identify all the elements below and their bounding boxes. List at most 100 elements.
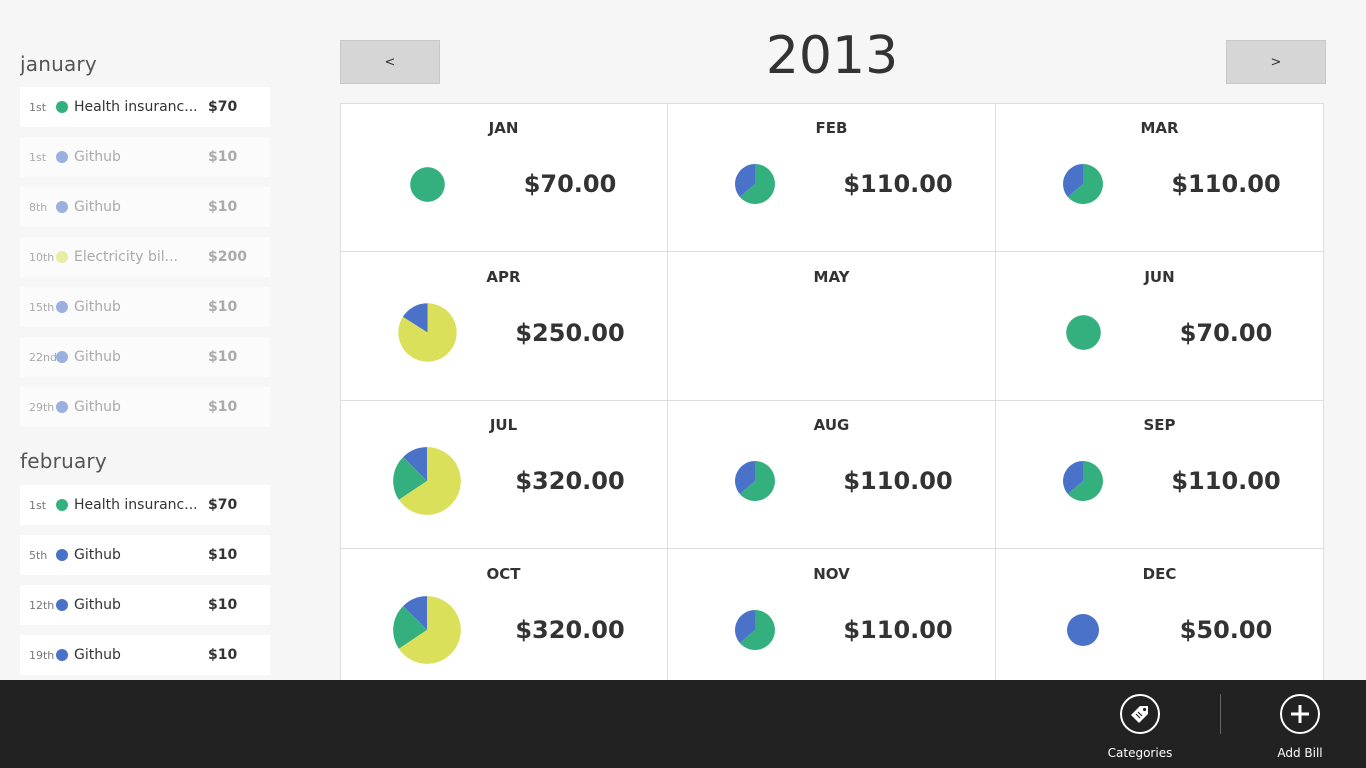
bill-row[interactable]: 22nd Github $10 (20, 337, 270, 377)
bill-row[interactable]: 8th Github $10 (20, 187, 270, 227)
bill-name: Github (74, 349, 121, 365)
bill-amount: $10 (208, 299, 238, 315)
bill-day: 29th (29, 400, 55, 414)
category-dot-icon (56, 101, 68, 113)
category-dot-icon (56, 301, 68, 313)
month-name: OCT (486, 564, 521, 583)
month-total: $110.00 (843, 170, 953, 198)
month-cell-apr[interactable]: APR $250.00 (341, 251, 668, 401)
month-cell-sep[interactable]: SEP $110.00 (996, 400, 1324, 549)
month-name: AUG (813, 416, 850, 434)
spending-pie-chart (393, 595, 461, 664)
bill-row[interactable]: 19th Github $10 (20, 635, 270, 675)
bill-row[interactable]: 10th Electricity bil... $200 (20, 237, 270, 277)
bill-amount: $70 (208, 99, 238, 115)
month-heading-january: january (20, 52, 97, 76)
bill-amount: $10 (208, 399, 238, 415)
spending-pie-chart (393, 447, 461, 515)
bill-row[interactable]: 12th Github $10 (20, 585, 270, 625)
spending-pie-chart (397, 303, 457, 362)
prev-year-button[interactable]: < (340, 40, 440, 84)
bill-name: Electricity bil... (74, 249, 179, 265)
month-heading-february: february (20, 449, 107, 473)
categories-label: Categories (1107, 746, 1173, 760)
spending-pie-chart (735, 609, 775, 650)
pie-slice-health (1065, 315, 1101, 350)
month-cell-oct[interactable]: OCT $320.00 (341, 548, 668, 680)
category-dot-icon (56, 251, 68, 263)
bill-name: Github (74, 399, 121, 415)
bill-row[interactable]: 1st Github $10 (20, 137, 270, 177)
bill-row[interactable]: 15th Github $10 (20, 287, 270, 327)
tag-icon (1120, 694, 1160, 734)
bill-name: Health insuranc... (74, 497, 198, 513)
month-grid: JAN $70.00 FEB $110.00 MAR $110.00 APR $250.00 M… (340, 103, 1324, 680)
month-cell-mar[interactable]: MAR $110.00 (996, 104, 1324, 252)
month-total: $110.00 (843, 467, 953, 495)
bill-amount: $200 (208, 249, 247, 265)
spending-pie-chart (735, 461, 775, 501)
month-name: NOV (813, 564, 850, 583)
category-dot-icon (56, 401, 68, 413)
bill-name: Github (74, 149, 121, 165)
category-dot-icon (56, 599, 68, 611)
month-total: $50.00 (1179, 615, 1273, 644)
next-year-button[interactable]: > (1226, 40, 1326, 84)
month-cell-feb[interactable]: FEB $110.00 (668, 104, 996, 252)
month-name: DEC (1142, 564, 1177, 583)
month-total: $70.00 (523, 170, 617, 198)
categories-button[interactable]: Categories (1090, 694, 1190, 760)
bill-name: Github (74, 597, 121, 613)
month-total: $110.00 (1171, 467, 1281, 495)
year-title: 2013 (765, 26, 899, 86)
bill-row[interactable]: 29th Github $10 (20, 387, 270, 427)
bill-day: 1st (29, 498, 47, 512)
bill-day: 15th (29, 300, 55, 314)
bill-amount: $10 (208, 149, 238, 165)
bill-day: 5th (29, 548, 48, 562)
month-cell-nov[interactable]: NOV $110.00 (668, 548, 996, 680)
add-bill-button[interactable]: Add Bill (1250, 694, 1350, 760)
month-name: FEB (815, 119, 848, 137)
bill-name: Github (74, 299, 121, 315)
bill-name: Github (74, 647, 121, 663)
category-dot-icon (56, 351, 68, 363)
month-total: $70.00 (1179, 318, 1273, 347)
bill-day: 10th (29, 250, 55, 264)
category-dot-icon (56, 499, 68, 511)
category-dot-icon (56, 151, 68, 163)
month-name: JUL (489, 416, 518, 434)
pie-slice-health (409, 166, 445, 202)
month-name: APR (486, 267, 521, 286)
bill-row[interactable]: 1st Health insuranc... $70 (20, 87, 270, 127)
plus-icon (1280, 694, 1320, 734)
month-cell-jun[interactable]: JUN $70.00 (996, 251, 1324, 401)
app-bar-separator (1220, 694, 1221, 734)
spending-pie-chart (1063, 461, 1103, 501)
spending-pie-chart (1065, 315, 1101, 350)
month-cell-may[interactable]: MAY (668, 251, 996, 401)
bill-day: 12th (29, 598, 55, 612)
bill-day: 19th (29, 648, 55, 662)
month-total: $110.00 (1171, 170, 1281, 198)
category-dot-icon (56, 201, 68, 213)
month-cell-jan[interactable]: JAN $70.00 (341, 104, 668, 252)
bill-row[interactable]: 1st Health insuranc... $70 (20, 485, 270, 525)
month-cell-aug[interactable]: AUG $110.00 (668, 400, 996, 549)
bill-amount: $10 (208, 199, 238, 215)
month-name: JAN (488, 119, 519, 137)
month-name: MAR (1140, 119, 1179, 137)
month-cell-jul[interactable]: JUL $320.00 (341, 400, 668, 549)
bill-amount: $10 (208, 597, 238, 613)
month-total: $110.00 (843, 615, 953, 644)
bills-sidebar: january 1st Health insuranc... $70 1st Githu… (20, 0, 270, 680)
bill-row[interactable]: 5th Github $10 (20, 535, 270, 575)
month-cell-dec[interactable]: DEC $50.00 (996, 548, 1324, 680)
bill-day: 1st (29, 100, 47, 114)
month-total: $250.00 (515, 318, 625, 347)
spending-pie-chart (409, 166, 445, 202)
app-bar: Categories Add Bill (0, 680, 1366, 768)
category-dot-icon (56, 549, 68, 561)
month-name: MAY (813, 267, 850, 286)
bill-amount: $10 (208, 349, 238, 365)
